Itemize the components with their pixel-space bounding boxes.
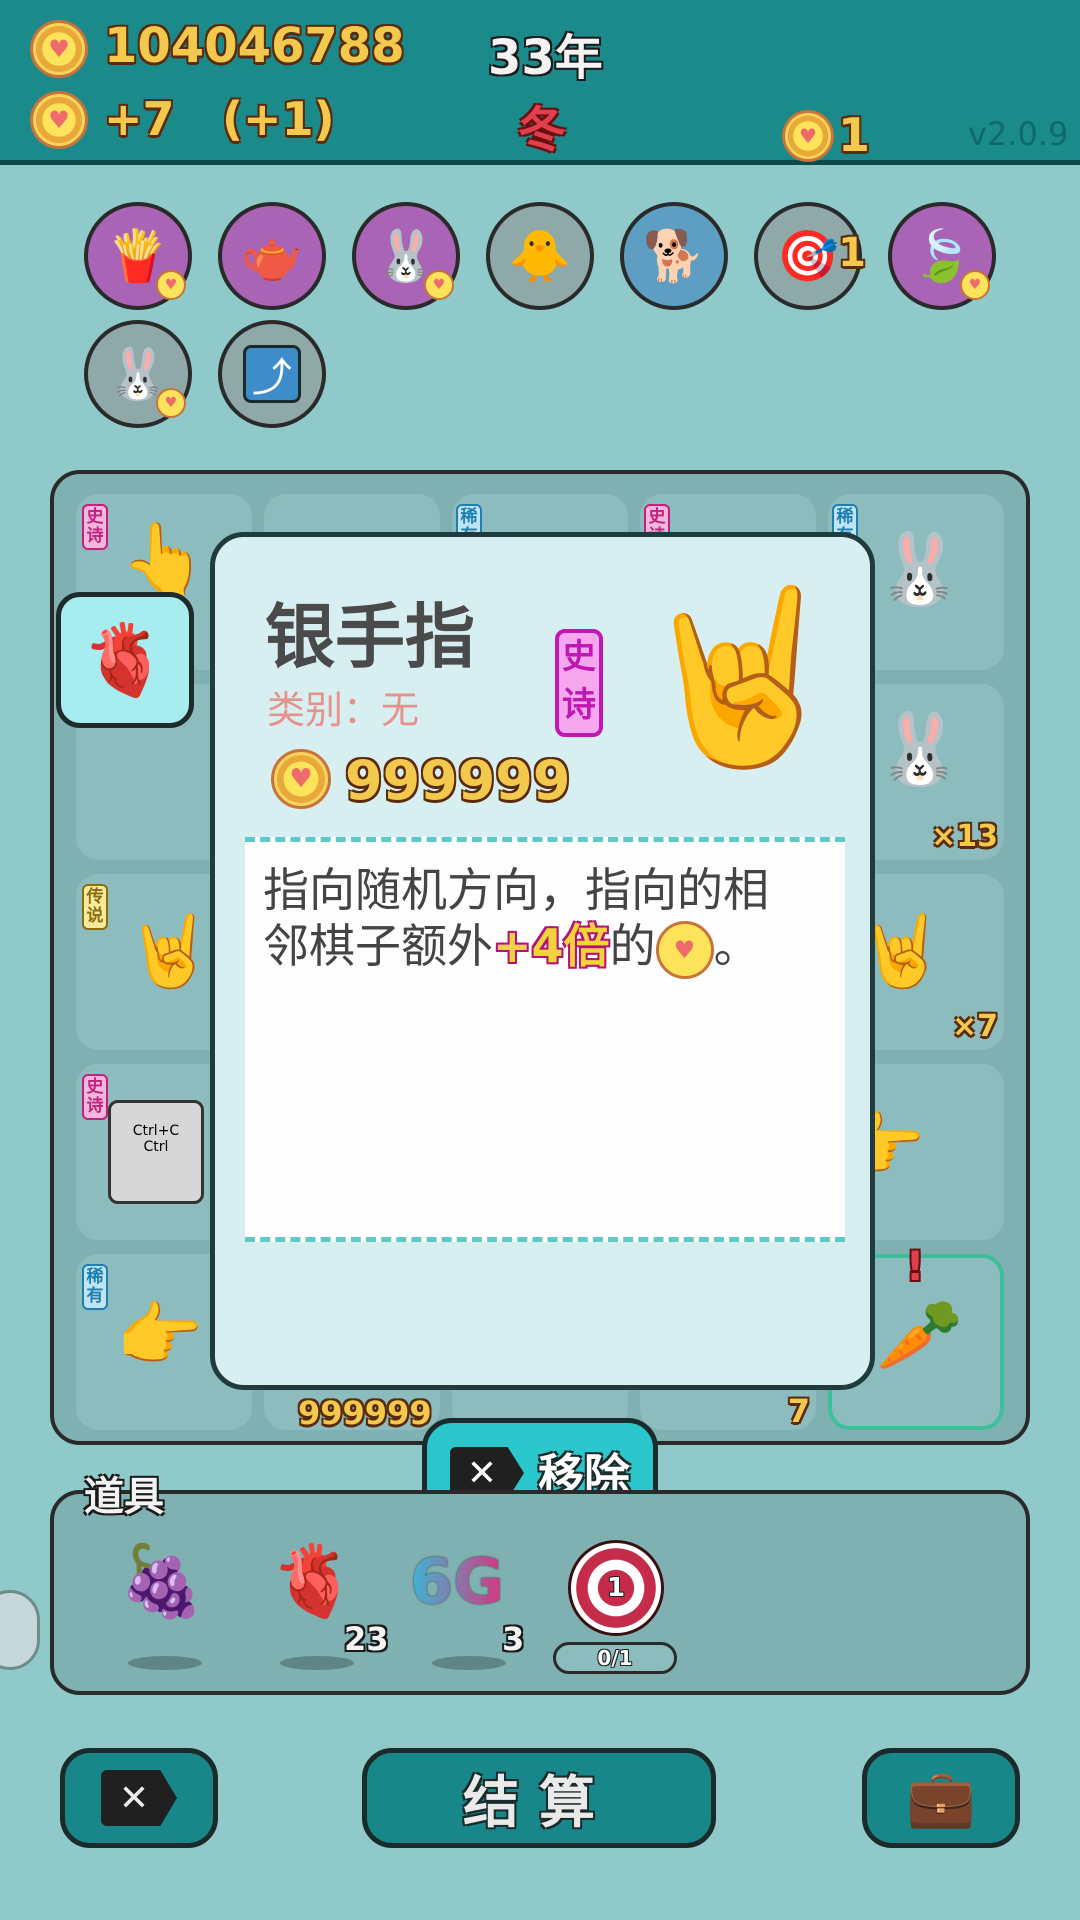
item-liver[interactable]: 🫀: [270, 1540, 357, 1623]
cell-count: 7: [787, 1392, 810, 1430]
coin-icon: ♥: [424, 270, 454, 300]
items-title: 道具: [84, 1474, 164, 1520]
side-avatar[interactable]: [0, 1590, 40, 1670]
item-target[interactable]: 1: [568, 1540, 664, 1636]
desc-line-1: 指向随机方向，指向的相: [263, 863, 769, 917]
item-detail-modal: 银手指 类别：无 史诗 🤘 ♥ 999999 指向随机方向，指向的相 邻棋子额外…: [210, 532, 875, 1390]
buff-dog[interactable]: 🐕: [620, 202, 728, 310]
coin-icon: ♥: [156, 388, 186, 418]
liver-icon: 🫀: [81, 618, 169, 701]
top-status-bar: ♥ 104046788 ♥ +7 (+1) 33年 冬 ♥ 1 v2.0.9: [0, 0, 1080, 165]
stack-count: ×13: [931, 819, 998, 854]
desc-mid: 的: [609, 919, 656, 973]
item-shadow: [432, 1656, 506, 1670]
desc-prefix: 邻棋子额外: [263, 919, 493, 973]
target-coin-icon: 🎯: [776, 226, 840, 285]
rabbit-icon: 🐰: [876, 528, 964, 610]
rabbit-icon: 🐰: [876, 708, 964, 790]
item-count: 23: [344, 1620, 389, 1658]
pointing-hand-icon: 👆: [120, 518, 208, 600]
buff-leaf[interactable]: 🍃 ♥: [888, 202, 996, 310]
coin-icon: ♥: [30, 20, 88, 78]
item-shadow: [280, 1656, 354, 1670]
buff-count: 1: [838, 230, 866, 276]
season-label: 冬: [518, 102, 567, 158]
rarity-badge-epic: 史诗: [555, 629, 603, 737]
rarity-badge-epic: 史诗: [82, 504, 108, 550]
item-bayberry[interactable]: 🍇: [118, 1540, 205, 1623]
income-bonus: (+1): [222, 92, 335, 146]
exit-button[interactable]: ✕: [60, 1748, 218, 1848]
coin-icon: ♥: [156, 270, 186, 300]
buff-target-coin[interactable]: 🎯 1: [754, 202, 866, 310]
cell-price: 999999: [298, 1394, 432, 1432]
copy-card: Ctrl+C Ctrl: [108, 1100, 204, 1204]
version-label: v2.0.9: [968, 115, 1069, 153]
income-coin-icon: ♥: [30, 91, 88, 149]
buff-gravy-boat[interactable]: 🫖: [218, 202, 326, 310]
liver-tab-button[interactable]: 🫀: [56, 592, 194, 728]
price-coin-icon: ♥: [271, 749, 331, 809]
target-progress: 0/1: [553, 1642, 677, 1674]
rarity-badge-legend: 传说: [82, 884, 108, 930]
chick-icon: 🐥: [508, 226, 572, 285]
bayberry-icon: 🍇: [118, 1540, 206, 1622]
rarity-badge-epic: 史诗: [82, 1074, 108, 1120]
buff-chick[interactable]: 🐥: [486, 202, 594, 310]
target-level: 1: [606, 1573, 626, 1603]
coin-icon: ♥: [655, 920, 714, 979]
buff-fries[interactable]: 🍟 ♥: [84, 202, 192, 310]
alert-icon: !: [906, 1244, 925, 1290]
desc-suffix: 。: [713, 919, 760, 973]
rock-hand-art-icon: 🤘: [635, 578, 847, 776]
coin-total: 104046788: [104, 18, 405, 74]
gravy-boat-icon: 🫖: [240, 226, 304, 285]
rarity-badge-rare: 稀有: [82, 1264, 108, 1310]
stack-count: ×7: [951, 1009, 998, 1044]
year-label: 33年: [488, 30, 603, 86]
buff-rabbit[interactable]: 🐰 ♥: [352, 202, 460, 310]
extra-coin-count: 1: [838, 108, 871, 162]
item-title: 银手指: [265, 596, 475, 678]
settle-button[interactable]: 结算: [362, 1748, 716, 1848]
buff-rabbit-2[interactable]: 🐰 ♥: [84, 320, 192, 428]
buff-arrow-card[interactable]: ⤴: [218, 320, 326, 428]
briefcase-icon: 💼: [906, 1766, 976, 1831]
dog-icon: 🐕: [642, 226, 706, 285]
coin-icon: ♥: [960, 270, 990, 300]
rock-hand-icon: 🤘: [126, 910, 214, 992]
close-icon: ✕: [101, 1770, 177, 1826]
settle-button-label: 结算: [463, 1770, 615, 1836]
item-6g[interactable]: 6G: [410, 1545, 504, 1618]
item-category: 类别：无: [267, 688, 420, 732]
item-shadow: [128, 1656, 202, 1670]
item-description: 指向随机方向，指向的相 邻棋子额外+4倍的 ♥。: [245, 837, 845, 1242]
extra-coin-icon: ♥: [782, 110, 834, 162]
liver-icon: 🫀: [270, 1540, 358, 1622]
bag-button[interactable]: 💼: [862, 1748, 1020, 1848]
dark-hand-icon: 👉: [116, 1294, 204, 1376]
desc-highlight: +4倍: [493, 919, 610, 973]
carrot-icon: 🥕: [876, 1294, 964, 1376]
item-price: 999999: [345, 749, 571, 812]
item-count: 3: [502, 1620, 525, 1658]
income-value: +7: [104, 92, 175, 146]
arrow-card-icon: ⤴: [243, 345, 301, 403]
